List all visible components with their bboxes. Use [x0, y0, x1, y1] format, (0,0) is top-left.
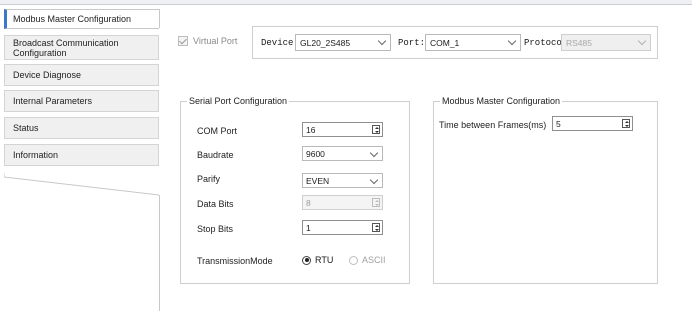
window-top-border: [0, 0, 692, 5]
protocol-value: RS485: [566, 37, 592, 48]
time-between-frames-value: 5: [556, 118, 561, 129]
stop-bits-stepper[interactable]: 1: [302, 220, 383, 235]
nav-item-label: Internal Parameters: [13, 96, 93, 106]
nav-item-label: Device Diagnose: [13, 70, 82, 80]
com-port-value: 16: [306, 124, 316, 135]
spin-arrows-icon[interactable]: [372, 223, 380, 232]
chevron-down-icon: [507, 36, 517, 46]
chevron-down-icon: [369, 175, 379, 185]
device-label: Device:: [261, 38, 299, 48]
chevron-down-icon: [377, 36, 387, 46]
device-selection-box: Device: GL20_2S485 Port: COM_1 Protocol:…: [252, 26, 658, 59]
parity-select[interactable]: EVEN: [302, 173, 383, 188]
com-port-stepper[interactable]: 16: [302, 122, 383, 137]
serial-port-configuration-group: Serial Port Configuration COM Port 16 Ba…: [180, 96, 410, 284]
spin-arrows-icon[interactable]: [622, 119, 630, 128]
nav-item-label: Information: [13, 150, 59, 160]
nav-item-internal-parameters[interactable]: Internal Parameters: [4, 90, 159, 112]
nav-divider-top: [159, 9, 160, 28]
com-port-label: COM Port: [197, 126, 238, 136]
port-value: COM_1: [430, 37, 460, 48]
radio-unselected-icon: [349, 255, 358, 265]
nav-divider: [159, 195, 160, 311]
radio-rtu[interactable]: RTU: [302, 255, 333, 265]
nav-item-label: Broadcast Communication Configuration: [13, 37, 119, 58]
nav-item-label: Modbus Master Configuration: [13, 14, 132, 24]
nav-item-modbus-master-configuration[interactable]: Modbus Master Configuration: [4, 9, 159, 29]
data-bits-value: 8: [306, 197, 311, 208]
baudrate-value: 9600: [306, 148, 325, 159]
transmission-mode-label: TransmissionMode: [197, 256, 273, 266]
data-bits-label: Data Bits: [197, 199, 234, 209]
nav-panel-bottom-edge: [4, 173, 160, 196]
parity-value: EVEN: [306, 175, 330, 186]
spin-arrows-icon[interactable]: [372, 125, 380, 134]
baudrate-select[interactable]: 9600: [302, 146, 383, 161]
nav-item-status[interactable]: Status: [4, 117, 159, 139]
nav-item-broadcast-communication-configuration[interactable]: Broadcast Communication Configuration: [4, 35, 159, 60]
stop-bits-value: 1: [306, 222, 311, 233]
nav-item-device-diagnose[interactable]: Device Diagnose: [4, 64, 159, 86]
nav-item-label: Status: [13, 123, 39, 133]
protocol-select: RS485: [561, 34, 651, 51]
radio-selected-icon: [302, 255, 311, 265]
modbus-master-configuration-title: Modbus Master Configuration: [440, 96, 563, 106]
chevron-down-icon: [369, 148, 379, 158]
port-label: Port:: [398, 38, 426, 48]
radio-rtu-label: RTU: [315, 255, 334, 265]
chevron-down-icon: [637, 36, 647, 46]
baudrate-label: Baudrate: [197, 150, 234, 160]
modbus-master-configuration-group: Modbus Master Configuration Time between…: [433, 96, 658, 284]
virtual-port-checkbox[interactable]: Virtual Port: [178, 36, 237, 46]
checkbox-icon: [178, 36, 188, 46]
serial-port-configuration-title: Serial Port Configuration: [187, 96, 290, 106]
parity-label: Parify: [197, 174, 221, 184]
device-value: GL20_2S485: [300, 37, 351, 48]
radio-ascii: ASCII: [349, 255, 386, 265]
device-select[interactable]: GL20_2S485: [295, 34, 391, 51]
time-between-frames-stepper[interactable]: 5: [552, 116, 633, 131]
radio-ascii-label: ASCII: [362, 255, 386, 265]
stop-bits-label: Stop Bits: [197, 224, 234, 234]
spin-arrows-icon: [372, 198, 380, 207]
nav-item-information[interactable]: Information: [4, 144, 159, 166]
port-select[interactable]: COM_1: [425, 34, 521, 51]
virtual-port-label: Virtual Port: [193, 36, 238, 46]
time-between-frames-label: Time between Frames(ms): [439, 120, 547, 130]
data-bits-stepper: 8: [302, 195, 383, 210]
